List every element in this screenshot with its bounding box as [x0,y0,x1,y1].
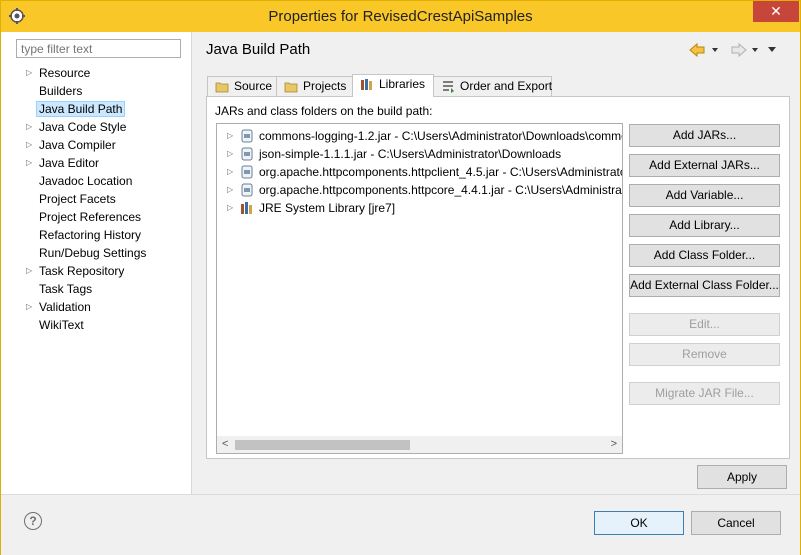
history-nav [689,42,776,58]
horizontal-scrollbar[interactable]: < > [217,436,622,453]
library-icon [241,202,252,214]
add-class-folder-button[interactable]: Add Class Folder... [629,244,780,267]
source-folder-icon [215,82,229,93]
expand-icon[interactable]: ▷ [227,145,233,163]
libraries-panel: JARs and class folders on the build path… [206,96,790,459]
expand-icon[interactable]: ▷ [227,127,233,145]
filter-input[interactable] [16,39,181,58]
sidebar-item-label: Validation [39,300,91,314]
sidebar-item-label: Project Facets [39,192,116,206]
expand-icon[interactable]: ▷ [227,163,233,181]
expand-icon[interactable]: ▷ [26,64,32,82]
property-nav: ▷ Resource Builders Java Build Path ▷ Java Co… [1,64,191,334]
migrate-jar-button[interactable]: Migrate JAR File... [629,382,780,405]
entry-label: commons-logging-1.2.jar - C:\Users\Admin… [259,129,622,143]
jar-icon [241,165,253,179]
expand-icon[interactable]: ▷ [26,118,32,136]
tab-label: Source [234,79,273,93]
add-variable-button[interactable]: Add Variable... [629,184,780,207]
sidebar-item[interactable]: Run/Debug Settings [1,244,191,262]
sidebar-item-label: Java Code Style [39,120,127,134]
expand-icon[interactable]: ▷ [26,136,32,154]
title-bar: Properties for RevisedCrestApiSamples ✕ [1,1,800,32]
remove-button[interactable]: Remove [629,343,780,366]
sidebar-item-label: Project References [39,210,142,224]
view-menu-icon[interactable] [768,47,776,52]
expand-icon[interactable]: ▷ [227,181,233,199]
sidebar-item-label: Resource [39,66,91,80]
properties-dialog: Properties for RevisedCrestApiSamples ✕ … [0,0,801,555]
sidebar-item[interactable]: ▷ Resource [1,64,191,82]
edit-button[interactable]: Edit... [629,313,780,336]
cancel-button[interactable]: Cancel [691,511,781,535]
expand-icon[interactable]: ▷ [227,199,233,217]
jar-icon [241,129,253,143]
add-jars-button[interactable]: Add JARs... [629,124,780,147]
sidebar-item-label: Builders [39,84,83,98]
close-button[interactable]: ✕ [753,1,799,22]
tab-source[interactable]: Source [207,76,277,96]
sidebar: ▷ResourceBuildersJava Build Path▷Java Co… [1,32,192,494]
sidebar-item-label: Run/Debug Settings [39,246,147,260]
sidebar-item-label: Java Compiler [39,138,116,152]
expand-icon[interactable]: ▷ [26,262,32,280]
scrollbar-thumb[interactable] [235,440,410,450]
tab-label: Projects [303,79,347,93]
entry-label: JRE System Library [jre7] [259,201,396,215]
ok-button[interactable]: OK [594,511,684,535]
tab-libraries[interactable]: Libraries [352,74,434,97]
sidebar-item[interactable]: Javadoc Location [1,172,191,190]
apply-button[interactable]: Apply [697,465,787,489]
jar-icon [241,183,253,197]
sidebar-item[interactable]: ▷ Validation [1,298,191,316]
tab-label: Libraries [379,77,426,91]
sidebar-item[interactable]: ▷ Task Repository [1,262,191,280]
sidebar-item[interactable]: ▷ Java Editor [1,154,191,172]
jar-icon [241,147,253,161]
page-title: Java Build Path [206,41,311,58]
sidebar-item-label: WikiText [39,318,84,332]
forward-icon[interactable] [731,42,747,58]
build-path-list[interactable]: ▷ commons-logging-1.2.jar - C:\Users\Admi… [216,123,623,454]
sidebar-item[interactable]: Task Tags [1,280,191,298]
add-library-button[interactable]: Add Library... [629,214,780,237]
sidebar-item-label: Task Tags [39,282,93,296]
forward-menu-icon[interactable] [752,48,758,52]
order-export-icon [443,81,454,93]
build-path-caption: JARs and class folders on the build path… [215,104,433,118]
scroll-right-icon[interactable]: > [611,438,617,450]
help-icon[interactable]: ? [24,512,42,530]
sidebar-item[interactable]: ▷ Java Compiler [1,136,191,154]
sidebar-item[interactable]: Java Build Path [1,100,191,118]
scroll-left-icon[interactable]: < [222,438,228,450]
sidebar-item[interactable]: Refactoring History [1,226,191,244]
entry-label: json-simple-1.1.1.jar - C:\Users\Adminis… [259,147,562,161]
back-menu-icon[interactable] [712,48,718,52]
window-title: Properties for RevisedCrestApiSamples [268,8,533,25]
tab-order-and-export[interactable]: Order and Export [433,76,552,96]
sidebar-item[interactable]: Builders [1,82,191,100]
sidebar-item[interactable]: ▷ Java Code Style [1,118,191,136]
expand-icon[interactable]: ▷ [26,298,32,316]
expand-icon[interactable]: ▷ [26,154,32,172]
sidebar-item-label: Task Repository [39,264,125,278]
entry-label: org.apache.httpcomponents.httpclient_4.5… [259,165,622,179]
sidebar-item-label: Javadoc Location [39,174,133,188]
sidebar-item[interactable]: Project Facets [1,190,191,208]
main-panel: Java Build Path Source Projects Libraries O… [192,32,800,494]
sidebar-item-label: Java Editor [39,156,100,170]
sidebar-item[interactable]: WikiText [1,316,191,334]
entry-label: org.apache.httpcomponents.httpcore_4.4.1… [259,183,622,197]
add-external-class-folder-button[interactable]: Add External Class Folder... [629,274,780,297]
libraries-icon [361,79,372,90]
back-icon[interactable] [689,42,705,58]
sidebar-item-label: Refactoring History [39,228,142,242]
add-external-jars-button[interactable]: Add External JARs... [629,154,780,177]
button-bar: ? OK Cancel [1,494,800,555]
tab-label: Order and Export [460,79,553,93]
sidebar-item-label: Java Build Path [36,101,126,117]
sidebar-item[interactable]: Project References [1,208,191,226]
tab-projects[interactable]: Projects [276,76,353,96]
projects-icon [284,82,298,93]
